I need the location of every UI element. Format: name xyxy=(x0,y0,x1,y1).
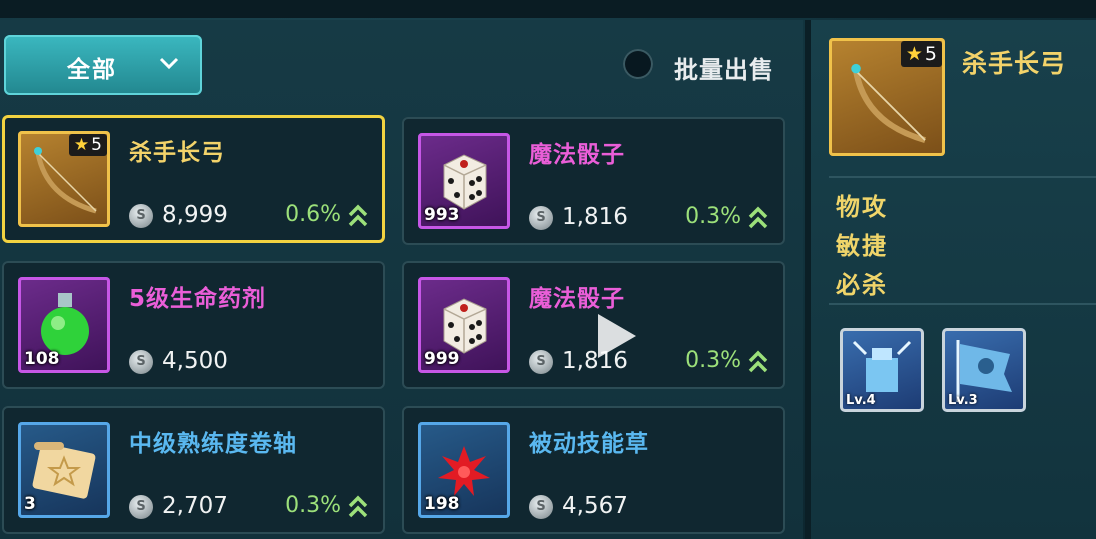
silver-coin-icon xyxy=(529,495,553,519)
item-icon-frame: 198 xyxy=(418,422,510,518)
silver-coin-icon xyxy=(129,204,153,228)
detail-stat-physical-attack: 物攻 xyxy=(836,193,888,221)
silver-coin-icon xyxy=(529,350,553,374)
item-price: 1,816 xyxy=(562,204,628,230)
item-name: 中级熟练度卷轴 xyxy=(129,431,297,457)
item-stack-count: 3 xyxy=(24,494,36,514)
play-icon[interactable] xyxy=(590,310,640,362)
skill-level: Lv.4 xyxy=(846,393,876,408)
item-icon-frame: 108 xyxy=(18,277,110,373)
item-name: 杀手长弓 xyxy=(129,140,225,166)
price-change-percent: 0.3% xyxy=(685,348,741,373)
item-card-proficiency-scroll[interactable]: 3 中级熟练度卷轴 2,707 0.3% xyxy=(2,406,385,534)
longbow-icon xyxy=(851,63,926,143)
item-card-magic-dice-1[interactable]: 993 魔法骰子 1,816 0.3% xyxy=(402,117,785,245)
category-filter-label: 全部 xyxy=(67,57,117,83)
detail-divider xyxy=(829,303,1096,305)
top-strip xyxy=(0,0,1096,18)
item-card-longbow[interactable]: ★5 杀手长弓 8,999 0.6% xyxy=(2,115,385,243)
detail-divider xyxy=(829,176,1096,178)
item-icon-frame: 999 xyxy=(418,277,510,373)
item-price: 2,707 xyxy=(162,493,228,519)
silver-coin-icon xyxy=(529,206,553,230)
detail-stat-critical: 必杀 xyxy=(836,271,888,299)
item-price: 8,999 xyxy=(162,202,228,228)
skill-level: Lv.3 xyxy=(948,393,978,408)
item-card-health-potion[interactable]: 108 5级生命药剂 4,500 xyxy=(2,261,385,389)
price-change-percent: 0.6% xyxy=(285,202,341,227)
star-rating-badge: ★ 5 xyxy=(900,41,942,67)
item-icon-frame: 993 xyxy=(418,133,510,229)
skill-slot-2[interactable]: Lv.3 xyxy=(942,328,1026,412)
silver-coin-icon xyxy=(129,350,153,374)
double-up-arrow-icon xyxy=(748,206,768,229)
item-name: 5级生命药剂 xyxy=(129,286,267,312)
item-icon-frame: 3 xyxy=(18,422,110,518)
item-stack-count: 198 xyxy=(424,494,460,514)
price-change-percent: 0.3% xyxy=(285,493,341,518)
star-rating-badge: ★ 5 xyxy=(68,134,107,156)
category-filter-dropdown[interactable]: 全部 xyxy=(4,35,202,95)
item-name: 魔法骰子 xyxy=(529,142,625,168)
item-stack-count: 993 xyxy=(424,205,460,225)
detail-item-name: 杀手长弓 xyxy=(962,49,1067,78)
skill-slot-1[interactable]: Lv.4 xyxy=(840,328,924,412)
scroll-icon xyxy=(32,442,96,499)
detail-stat-agility: 敏捷 xyxy=(836,232,888,260)
item-name: 被动技能草 xyxy=(529,431,649,457)
item-icon-frame: ★ 5 xyxy=(18,131,110,227)
item-name: 魔法骰子 xyxy=(529,286,625,312)
item-stack-count: 999 xyxy=(424,349,460,369)
batch-sell-radio[interactable] xyxy=(623,49,653,79)
item-price: 4,500 xyxy=(162,348,228,374)
double-up-arrow-icon xyxy=(748,350,768,373)
detail-item-icon-frame: ★ 5 xyxy=(829,38,945,156)
batch-sell-label: 批量出售 xyxy=(674,56,774,84)
item-card-passive-skill-herb[interactable]: 198 被动技能草 4,567 xyxy=(402,406,785,534)
item-stack-count: 108 xyxy=(24,349,60,369)
price-change-percent: 0.3% xyxy=(685,204,741,229)
double-up-arrow-icon xyxy=(348,495,368,518)
item-price: 4,567 xyxy=(562,493,628,519)
silver-coin-icon xyxy=(129,495,153,519)
double-up-arrow-icon xyxy=(348,204,368,227)
chevron-down-icon xyxy=(159,57,179,70)
